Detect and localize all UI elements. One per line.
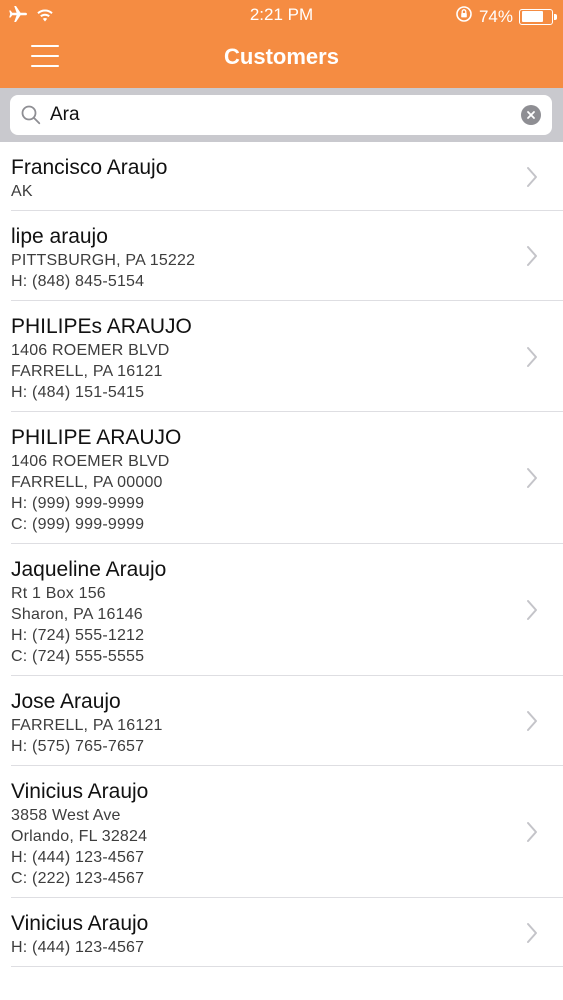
customer-detail: Rt 1 Box 156	[11, 585, 106, 602]
customer-detail: H: (444) 123-4567	[11, 939, 145, 956]
list-item[interactable]: Jaqueline Araujo Rt 1 Box 156 Sharon, PA 1…	[0, 544, 563, 676]
customer-detail: C: (724) 555-5555	[11, 648, 145, 665]
customer-detail: H: (484) 151-5415	[11, 384, 145, 401]
list-item[interactable]: Jose Araujo FARRELL, PA 16121 H: (575) 765…	[0, 676, 563, 766]
list-item[interactable]: Francisco Araujo AK	[0, 142, 563, 211]
customer-detail: AK	[11, 183, 33, 200]
customer-detail: FARRELL, PA 16121	[11, 363, 163, 380]
battery-icon	[519, 8, 557, 25]
customer-detail: 3858 West Ave	[11, 807, 121, 824]
customer-detail: H: (999) 999-9999	[11, 495, 145, 512]
customer-name: Jose Araujo	[11, 690, 121, 713]
customer-detail: Sharon, PA 16146	[11, 606, 143, 623]
customer-detail: H: (444) 123-4567	[11, 849, 145, 866]
customer-detail: 1406 ROEMER BLVD	[11, 453, 170, 470]
customer-detail: H: (848) 845-5154	[11, 273, 145, 290]
chevron-right-icon	[526, 599, 538, 621]
chevron-right-icon	[526, 922, 538, 944]
customer-name: PHILIPEs ARAUJO	[11, 315, 192, 338]
customer-name: Vinicius Araujo	[11, 912, 149, 935]
customer-name: Francisco Araujo	[11, 156, 168, 179]
status-bar: 2:21 PM 74%	[0, 0, 563, 30]
customer-detail: FARRELL, PA 16121	[11, 717, 163, 734]
customer-detail: 1406 ROEMER BLVD	[11, 342, 170, 359]
search-bar	[0, 88, 563, 142]
customer-list: Francisco Araujo AK lipe araujo PITTSBURGH,…	[0, 142, 563, 1000]
status-right: 74%	[455, 5, 557, 28]
customer-detail: C: (222) 123-4567	[11, 870, 145, 887]
list-item[interactable]: lipe araujo PITTSBURGH, PA 15222 H: (848) …	[0, 211, 563, 301]
list-item[interactable]: PHILIPE ARAUJO 1406 ROEMER BLVD FARRELL, P…	[0, 412, 563, 544]
search-icon	[20, 104, 42, 126]
customer-detail: PITTSBURGH, PA 15222	[11, 252, 196, 269]
customer-detail: H: (575) 765-7657	[11, 738, 145, 755]
battery-fill	[521, 11, 543, 22]
rotation-lock-icon	[455, 5, 473, 28]
chevron-right-icon	[526, 710, 538, 732]
list-item[interactable]: PHILIPEs ARAUJO 1406 ROEMER BLVD FARRELL, …	[0, 301, 563, 412]
search-box[interactable]	[10, 95, 552, 135]
list-item[interactable]: Vinicius Araujo H: (444) 123-4567	[0, 898, 563, 967]
customer-name: Vinicius Araujo	[11, 780, 149, 803]
customer-detail: C: (999) 999-9999	[11, 516, 145, 533]
nav-bar: Customers	[0, 30, 563, 88]
chevron-right-icon	[526, 467, 538, 489]
chevron-right-icon	[526, 166, 538, 188]
customer-detail: FARRELL, PA 00000	[11, 474, 163, 491]
customer-name: Jaqueline Araujo	[11, 558, 167, 581]
top-bar: 2:21 PM 74% Customers	[0, 0, 563, 88]
list-item[interactable]: Vinicius Araujo 3858 West Ave Orlando, FL …	[0, 766, 563, 898]
battery-percent: 74%	[478, 6, 513, 26]
chevron-right-icon	[526, 346, 538, 368]
search-input[interactable]	[50, 99, 510, 131]
clear-icon[interactable]	[521, 105, 541, 125]
chevron-right-icon	[526, 821, 538, 843]
customer-name: PHILIPE ARAUJO	[11, 426, 182, 449]
customer-detail: H: (724) 555-1212	[11, 627, 145, 644]
customer-name: lipe araujo	[11, 225, 108, 248]
page-title: Customers	[224, 44, 339, 69]
chevron-right-icon	[526, 245, 538, 267]
customer-detail: Orlando, FL 32824	[11, 828, 148, 845]
